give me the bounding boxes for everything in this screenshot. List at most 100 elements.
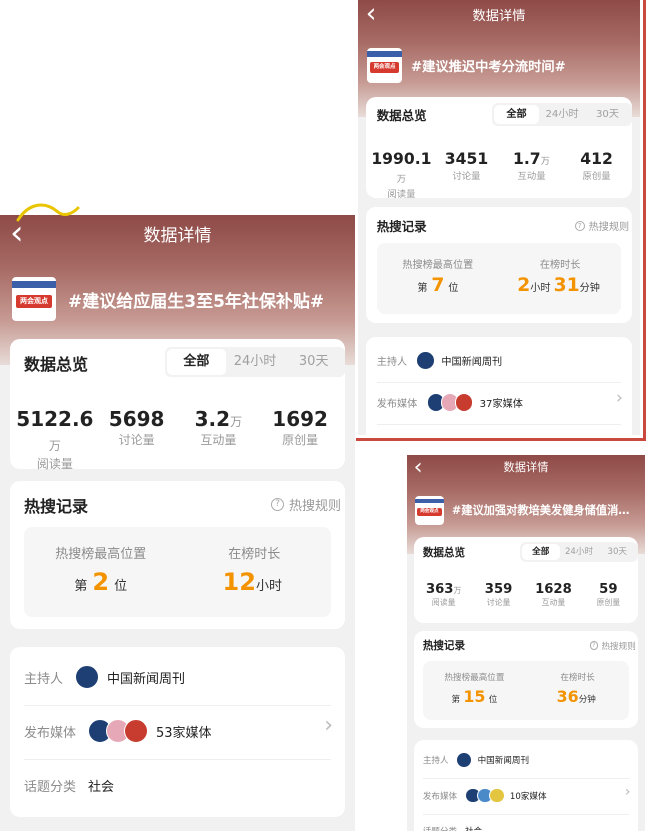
chevron-right-icon[interactable]: ›	[625, 784, 631, 800]
thumbnail-label: 两会观点	[15, 295, 53, 308]
peak-position: 热搜榜最高位置第 2 位	[24, 543, 178, 617]
stat-0: 363万 阅读量	[416, 582, 471, 608]
stat-label: 互动量	[200, 433, 237, 447]
row-divider	[422, 778, 630, 780]
tab-1[interactable]: 24小时	[560, 544, 598, 560]
peak-suffix: 位	[488, 695, 498, 706]
rank-summary: 热搜榜最高位置第 15 位 在榜时长 36分钟	[422, 660, 630, 721]
duration-label: 在榜时长	[560, 673, 595, 684]
listing-duration: 在榜时长 12小时	[178, 543, 332, 617]
media-row-value: 10家媒体	[509, 791, 547, 802]
category-row-key: 话题分类	[423, 825, 457, 831]
thumbnail-strip	[414, 498, 444, 504]
peak-value-line: 第 15 位	[423, 687, 526, 706]
stat-unit: 万	[453, 585, 462, 595]
stat-unit: 万	[230, 415, 243, 429]
stat-label: 阅读量	[431, 597, 456, 607]
rule-link-label: 热搜规则	[288, 499, 341, 514]
overview-title: 数据总览	[24, 355, 89, 374]
host-row: 主持人 中国新闻周刊	[423, 749, 629, 770]
data-overview-card: 数据总览 全部 24小时 30天 363万 阅读量 359 讨论量 1628 互动量 59 原创量	[413, 536, 639, 623]
duration-unit: 分钟	[578, 695, 596, 706]
stat-number: 363	[425, 581, 454, 597]
tab-2[interactable]: 30天	[598, 544, 636, 560]
hot-search-title: 热搜记录	[422, 640, 466, 653]
hot-search-card: 热搜记录? 热搜规则 热搜榜最高位置第 15 位在榜时长 36分钟	[413, 630, 639, 729]
media-row[interactable]: 发布媒体 53家媒体	[24, 715, 331, 747]
host-row-key: 主持人	[422, 755, 449, 766]
peak-position: 热搜榜最高位置第 15 位	[423, 671, 526, 720]
category-row-value: 社会	[465, 825, 482, 831]
data-overview-card: 数据总览 全部 24小时 30天 5122.6 万阅读量 5698 讨论量 3.2万互动量 169…	[10, 339, 345, 472]
hot-search-card: 热搜记录? 热搜规则 热搜榜最高位置第 2 位 在榜时长 12小时	[10, 481, 345, 629]
stat-3: 59 原创量	[581, 582, 636, 608]
stat-number: 1692	[272, 407, 328, 431]
question-circle-icon: ?	[270, 498, 284, 511]
topic-thumbnail: 两会观点	[12, 277, 56, 321]
tab-0[interactable]: 全部	[521, 544, 560, 560]
media-row-key: 发布媒体	[422, 791, 458, 802]
duration-number: 36	[556, 687, 579, 707]
duration-number: 12	[222, 568, 256, 596]
stat-label: 原创量	[282, 433, 319, 447]
highlight-frame	[356, 0, 646, 441]
row-divider	[422, 814, 630, 816]
duration-value-line: 36分钟	[526, 687, 629, 706]
stat-value: 363万	[416, 582, 471, 597]
peak-rank-number: 15	[463, 687, 486, 707]
media-logo-icon	[75, 665, 100, 689]
stat-label: 阅读量	[36, 457, 73, 471]
thumbnail-strip	[12, 281, 56, 288]
duration-label: 在榜时长	[228, 547, 281, 562]
duration-unit: 小时	[255, 579, 282, 594]
rule-link-label: 热搜规则	[601, 641, 636, 652]
listing-duration: 在榜时长 36分钟	[526, 671, 629, 720]
stat-1: 359 讨论量	[471, 582, 526, 608]
hot-search-rule-link[interactable]: ? 热搜规则	[270, 495, 341, 514]
chevron-right-icon[interactable]: ›	[324, 713, 333, 738]
time-range-tabs: 全部 24小时 30天	[165, 347, 345, 377]
stat-value: 5122.6 万	[14, 407, 96, 455]
tab-0[interactable]: 全部	[167, 349, 226, 375]
stat-value: 3.2万	[178, 407, 260, 431]
media-logo-icon	[488, 787, 505, 804]
stat-number: 59	[599, 581, 618, 597]
host-row: 主持人 中国新闻周刊	[24, 661, 331, 693]
stat-unit: 万	[48, 439, 61, 453]
peak-label: 热搜榜最高位置	[444, 673, 505, 684]
row-divider	[24, 759, 331, 760]
overview-title: 数据总览	[422, 546, 466, 559]
stat-value: 1692	[259, 407, 341, 431]
hot-search-title: 热搜记录	[24, 497, 89, 516]
thumbnail-label: 两会观点	[417, 507, 442, 517]
stat-value: 5698	[96, 407, 178, 431]
stat-label: 互动量	[541, 597, 566, 607]
stat-label: 讨论量	[118, 433, 155, 447]
stat-number: 5122.6	[16, 407, 94, 431]
peak-prefix: 第	[74, 579, 88, 594]
row-divider	[24, 705, 331, 706]
nav-title: 数据详情	[503, 460, 549, 474]
media-logo-icon	[456, 751, 473, 768]
stats-row: 5122.6 万阅读量 5698 讨论量 3.2万互动量 1692 原创量	[14, 407, 341, 472]
question-circle-icon: ?	[589, 641, 599, 651]
category-row-key: 话题分类	[24, 779, 77, 795]
topic-thumbnail: 两会观点	[414, 495, 444, 525]
stat-label: 讨论量	[486, 597, 511, 607]
stat-label: 原创量	[596, 597, 621, 607]
media-row[interactable]: 发布媒体 10家媒体	[423, 785, 629, 806]
duration-value-line: 12小时	[178, 568, 332, 596]
stat-value: 59	[581, 582, 636, 597]
topic-title: #建议给应届生3至5年社保补贴#	[68, 291, 325, 312]
host-row-value: 中国新闻周刊	[477, 755, 530, 766]
peak-prefix: 第	[451, 695, 461, 706]
category-row: 话题分类 社会	[423, 821, 629, 831]
stat-3: 1692 原创量	[259, 407, 341, 472]
tab-1[interactable]: 24小时	[226, 349, 285, 375]
rank-summary: 热搜榜最高位置第 2 位 在榜时长 12小时	[24, 527, 331, 617]
category-row: 话题分类社会	[24, 769, 331, 801]
hot-search-rule-link[interactable]: ? 热搜规则	[589, 640, 636, 652]
stat-value: 359	[471, 582, 526, 597]
host-row-key: 主持人	[24, 671, 64, 687]
tab-2[interactable]: 30天	[284, 349, 343, 375]
